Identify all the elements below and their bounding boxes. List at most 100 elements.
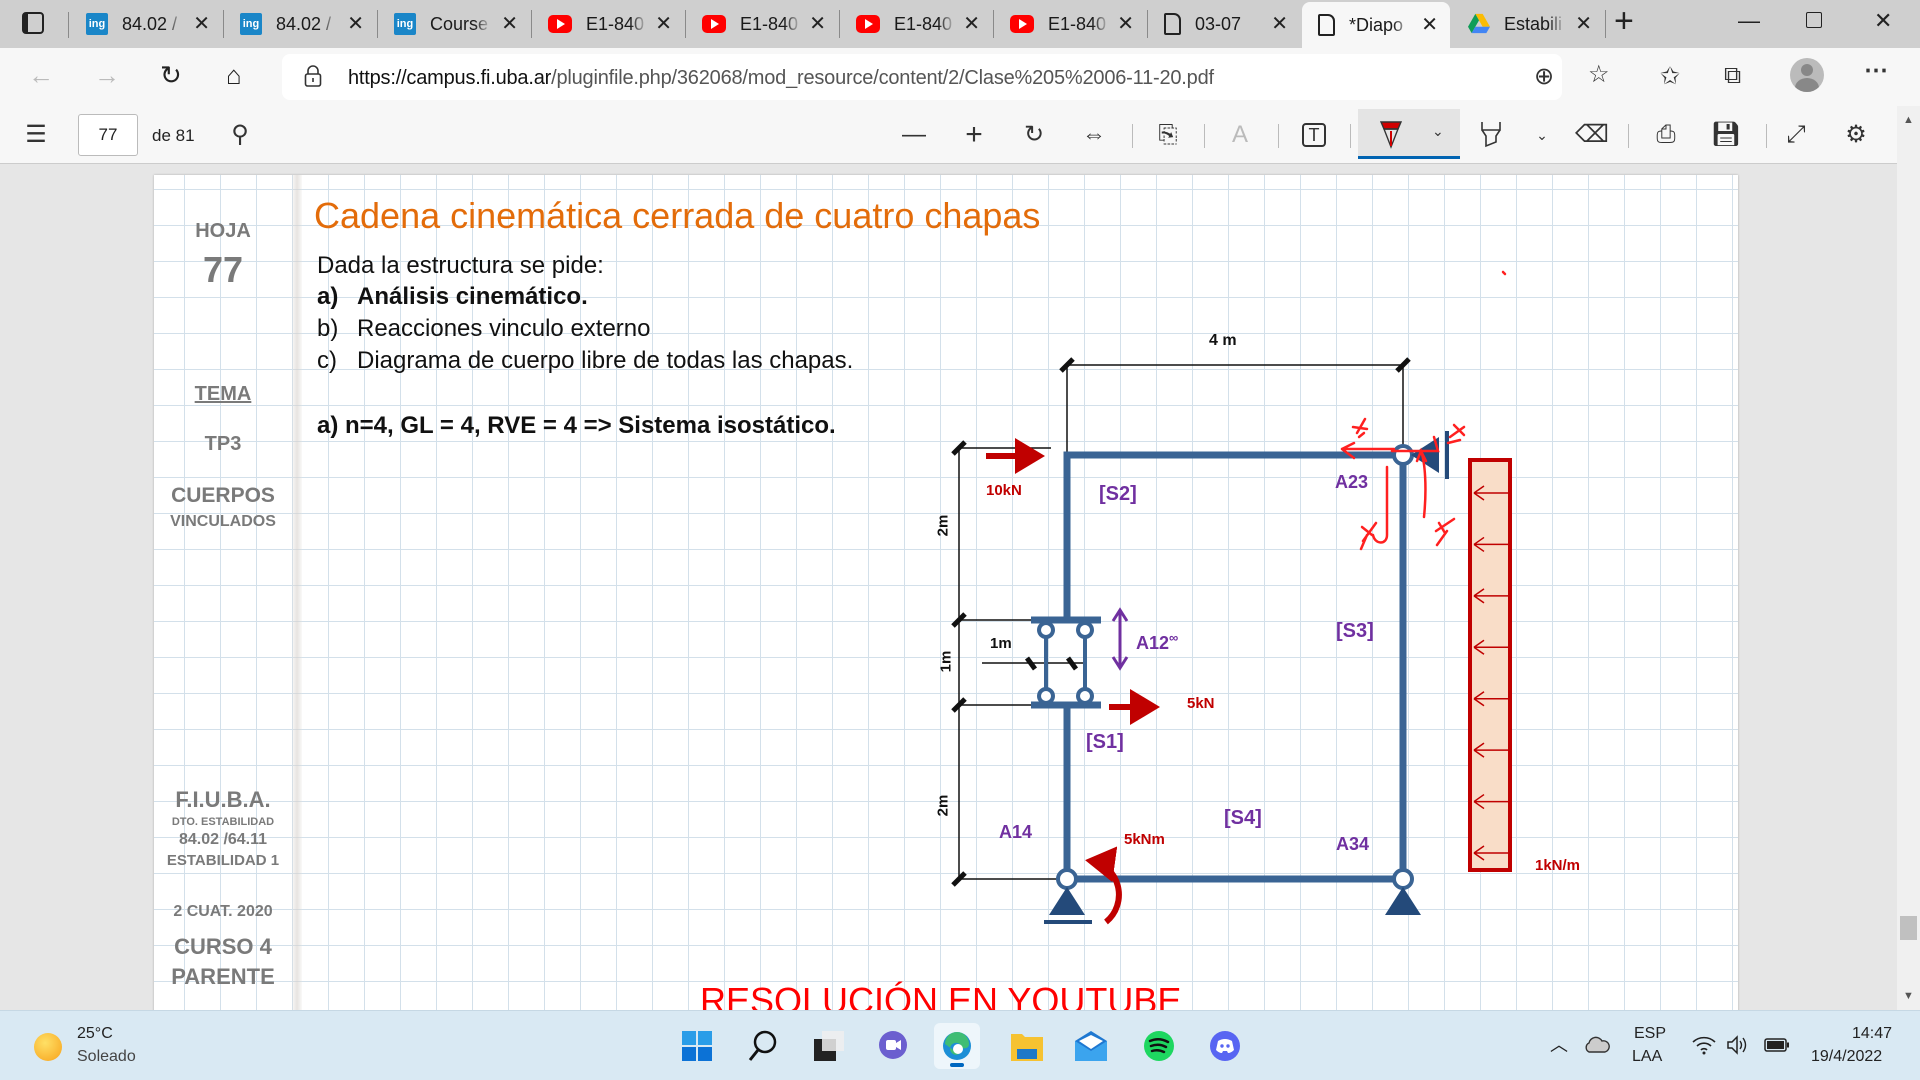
- fullscreen-icon[interactable]: ⤢: [1778, 120, 1814, 150]
- close-icon[interactable]: ✕: [1271, 14, 1288, 34]
- favorites-icon[interactable]: ✩: [1660, 62, 1680, 91]
- show-hidden-icons[interactable]: ︿: [1550, 1031, 1568, 1057]
- close-icon[interactable]: ✕: [963, 14, 980, 34]
- address-bar-row: ← → ↻ ⌂ https://campus.fi.uba.ar/pluginf…: [0, 48, 1920, 106]
- discord-button[interactable]: [1202, 1023, 1248, 1069]
- scroll-up-icon[interactable]: ▲: [1903, 114, 1914, 126]
- search-icon[interactable]: ⚲: [222, 120, 258, 150]
- tab-actions-icon[interactable]: [22, 12, 44, 34]
- page-count: de 81: [152, 126, 195, 145]
- tab-4[interactable]: E1-840 ✕: [532, 6, 686, 42]
- chevron-down-icon[interactable]: ⌄: [1432, 123, 1444, 140]
- vertical-scrollbar[interactable]: ▲ ▼: [1897, 106, 1920, 1010]
- save-icon[interactable]: 💾︎: [1708, 120, 1744, 150]
- draw-button[interactable]: ⌄: [1358, 109, 1460, 159]
- tab-5[interactable]: E1-840 ✕: [686, 6, 840, 42]
- tab-title: E1-840: [894, 13, 956, 35]
- settings-icon[interactable]: ⚙: [1838, 120, 1874, 150]
- print-icon[interactable]: ⎙: [1648, 120, 1684, 150]
- plate-label-s2: [S2]: [1099, 483, 1137, 505]
- close-icon[interactable]: ✕: [501, 14, 518, 34]
- scroll-down-icon[interactable]: ▼: [1903, 990, 1914, 1002]
- forward-button[interactable]: →: [94, 60, 120, 91]
- close-icon[interactable]: ✕: [347, 14, 364, 34]
- lock-icon[interactable]: [304, 65, 322, 87]
- toolbar-divider: [1278, 124, 1279, 148]
- tab-1[interactable]: ing 84.02 / ✕: [70, 6, 224, 42]
- taskbar: 25°C Soleado ︿ ESP LAA 14:47 19/4/2022: [0, 1010, 1920, 1080]
- language-line2[interactable]: LAA: [1632, 1048, 1662, 1066]
- close-window-button[interactable]: ✕: [1874, 8, 1892, 34]
- language-line1[interactable]: ESP: [1634, 1025, 1666, 1043]
- tab-6[interactable]: E1-840 ✕: [840, 6, 994, 42]
- document-icon: [1164, 13, 1181, 35]
- read-aloud-icon[interactable]: A: [1222, 120, 1258, 150]
- clock-date[interactable]: 19/4/2022: [1811, 1048, 1882, 1066]
- close-icon[interactable]: ✕: [1575, 14, 1592, 34]
- url-field[interactable]: https://campus.fi.uba.ar/pluginfile.php/…: [282, 54, 1610, 100]
- edge-icon: [943, 1032, 971, 1060]
- chevron-down-icon[interactable]: ⌄: [1524, 120, 1560, 150]
- weather-temperature[interactable]: 25°C: [77, 1025, 113, 1043]
- scrollbar-thumb[interactable]: [1900, 916, 1917, 940]
- structure-diagram: [951, 270, 1512, 925]
- profile-avatar[interactable]: [1790, 58, 1824, 92]
- close-icon[interactable]: ✕: [1421, 15, 1438, 35]
- tab-7[interactable]: E1-840 ✕: [994, 6, 1148, 42]
- page-view-icon[interactable]: ⎘: [1150, 120, 1186, 150]
- close-icon[interactable]: ✕: [193, 14, 210, 34]
- file-explorer-button[interactable]: [1004, 1023, 1050, 1069]
- tab-10[interactable]: Estabili ✕: [1452, 6, 1606, 42]
- tab-active[interactable]: *Diapo ✕: [1302, 2, 1450, 48]
- sun-icon[interactable]: [34, 1033, 62, 1061]
- home-button[interactable]: ⌂: [226, 60, 242, 91]
- ing-favicon: ing: [394, 13, 416, 35]
- weather-condition[interactable]: Soleado: [77, 1048, 136, 1066]
- minimize-button[interactable]: —: [1738, 8, 1760, 34]
- tab-2[interactable]: ing 84.02 / ✕: [224, 6, 378, 42]
- volume-icon[interactable]: [1726, 1035, 1750, 1055]
- close-icon[interactable]: ✕: [1117, 14, 1134, 34]
- back-button[interactable]: ←: [28, 60, 54, 91]
- spotify-button[interactable]: [1136, 1023, 1182, 1069]
- close-icon[interactable]: ✕: [655, 14, 672, 34]
- collections-icon[interactable]: ⧉: [1724, 62, 1741, 90]
- start-button[interactable]: [674, 1023, 720, 1069]
- eraser-icon[interactable]: ⌫: [1574, 120, 1610, 150]
- clock-time[interactable]: 14:47: [1852, 1025, 1892, 1043]
- maximize-button[interactable]: [1806, 12, 1822, 28]
- battery-icon[interactable]: [1764, 1038, 1790, 1052]
- mail-button[interactable]: [1068, 1023, 1114, 1069]
- windows-icon: [682, 1031, 712, 1061]
- new-tab-button[interactable]: +: [1614, 2, 1634, 41]
- add-favorite-icon[interactable]: ☆: [1588, 60, 1610, 89]
- toolbar-divider: [1766, 124, 1767, 148]
- rotate-icon[interactable]: ↻: [1016, 120, 1052, 150]
- refresh-button[interactable]: ↻: [160, 60, 182, 91]
- search-button[interactable]: [740, 1023, 786, 1069]
- close-icon[interactable]: ✕: [809, 14, 826, 34]
- tab-title: Course: [430, 13, 492, 35]
- onedrive-icon[interactable]: [1584, 1035, 1610, 1053]
- dim-label-left-top: 2m: [934, 514, 952, 537]
- add-text-icon[interactable]: T: [1302, 123, 1326, 147]
- teams-chat-button[interactable]: [870, 1023, 916, 1069]
- dim-label-left-mid: 1m: [937, 650, 955, 673]
- highlighter-icon[interactable]: [1478, 120, 1504, 150]
- tab-3[interactable]: ing Course ✕: [378, 6, 532, 42]
- page-number-input[interactable]: 77: [78, 114, 138, 156]
- table-of-contents-icon[interactable]: ☰: [18, 120, 54, 150]
- fit-width-icon[interactable]: ⇔: [1076, 120, 1112, 150]
- wifi-icon[interactable]: [1692, 1035, 1716, 1055]
- zoom-out-icon[interactable]: —: [896, 120, 932, 150]
- dim-label-left-bottom: 2m: [934, 794, 952, 817]
- zoom-icon[interactable]: ⊕: [1534, 62, 1554, 91]
- more-options-icon[interactable]: ⋯: [1864, 56, 1888, 85]
- edge-button[interactable]: [934, 1023, 980, 1069]
- task-view-button[interactable]: [806, 1023, 852, 1069]
- tab-strip: ing 84.02 / ✕ ing 84.02 / ✕ ing Course ✕…: [0, 0, 1920, 48]
- tab-title: Estabili: [1504, 13, 1566, 35]
- tab-8[interactable]: 03-07 ✕: [1148, 6, 1300, 42]
- tab-title: E1-840: [740, 13, 802, 35]
- zoom-in-icon[interactable]: +: [956, 120, 992, 150]
